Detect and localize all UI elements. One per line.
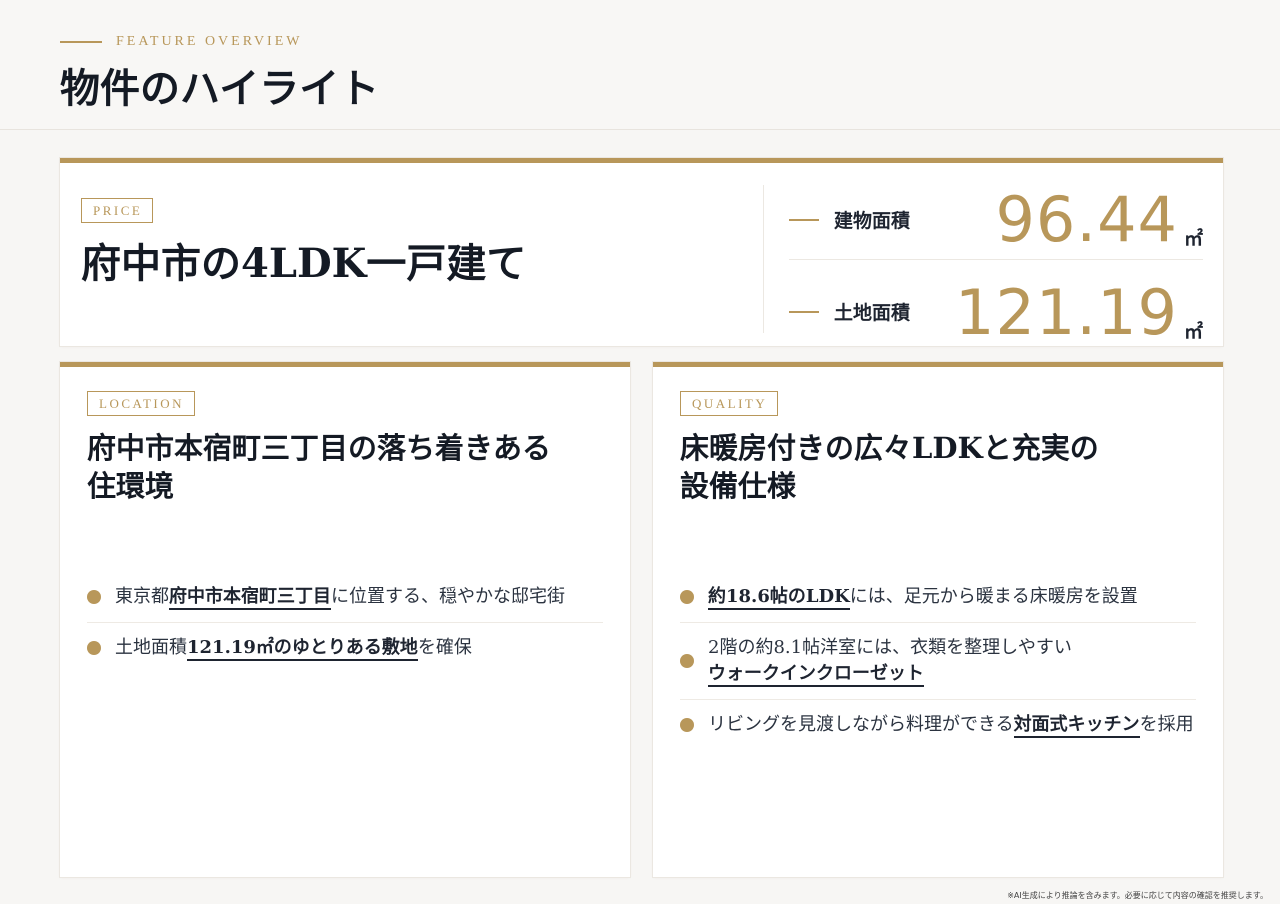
page-title: 物件のハイライト [60, 65, 380, 112]
price-summary: PRICE 府中市の4LDK一戸建て [81, 198, 526, 289]
bullet-dot-icon [680, 654, 694, 668]
bullet-highlight: 府中市本宿町三丁目 [169, 586, 331, 610]
price-tag: PRICE [81, 198, 154, 223]
location-title: 府中市本宿町三丁目の落ち着きある 住環境 [87, 431, 552, 503]
spec-row-land-area: 土地面積 121.19 ㎡ [789, 260, 1203, 352]
list-item: リビングを見渡しながら料理ができる対面式キッチンを採用 [680, 700, 1196, 750]
spec-row-building-area: 建物面積 96.44 ㎡ [789, 168, 1203, 260]
spec-label-text: 土地面積 [834, 302, 911, 324]
disclaimer-footnote: ※AI生成により推論を含みます。必要に応じて内容の確認を推奨します。 [1007, 891, 1268, 900]
spec-rule [789, 310, 819, 313]
list-item: 2階の約8.1帖洋室には、衣類を整理しやすい ウォークインクローゼット [680, 623, 1196, 700]
bullet-text: には、足元から暖まる床暖房を設置 [849, 586, 1138, 607]
spec-label: 土地面積 [789, 298, 910, 325]
spec-label: 建物面積 [789, 206, 910, 233]
spec-value-group: 96.44 ㎡ [995, 189, 1203, 251]
bullet-text: に位置する、穏やかな邸宅街 [331, 586, 565, 607]
list-item: 土地面積121.19㎡のゆとりある敷地を確保 [87, 623, 603, 673]
section-eyebrow: FEATURE OVERVIEW [60, 34, 302, 50]
property-title: 府中市の4LDK一戸建て [81, 240, 527, 287]
area-unit: ㎡ [1183, 228, 1203, 250]
location-tag: LOCATION [87, 391, 195, 416]
vertical-divider [763, 185, 764, 333]
quality-bullet-list: 約18.6帖のLDKには、足元から暖まる床暖房を設置 2階の約8.1帖洋室には、… [680, 572, 1196, 750]
spec-label-text: 建物面積 [834, 210, 911, 232]
area-unit: ㎡ [1183, 321, 1203, 343]
bullet-highlight: 対面式キッチン [1013, 714, 1140, 738]
bullet-text: を確保 [417, 637, 472, 658]
eyebrow-rule [60, 41, 102, 43]
spec-value-group: 121.19 ㎡ [955, 282, 1203, 344]
location-bullet-list: 東京都府中市本宿町三丁目に位置する、穏やかな邸宅街 土地面積121.19㎡のゆと… [87, 572, 603, 673]
eyebrow-text: FEATURE OVERVIEW [116, 34, 303, 49]
price-card: PRICE 府中市の4LDK一戸建て 建物面積 96.44 ㎡ 土地面積 121… [60, 158, 1223, 346]
bullet-text: 東京都 [115, 586, 169, 607]
quality-title: 床暖房付きの広々LDKと充実の 設備仕様 [680, 431, 1099, 503]
bullet-dot-icon [87, 590, 101, 604]
bullet-text: リビングを見渡しながら料理ができる [708, 714, 1014, 735]
bullet-dot-icon [680, 718, 694, 732]
quality-card: QUALITY 床暖房付きの広々LDKと充実の 設備仕様 約18.6帖のLDKに… [653, 362, 1223, 877]
building-area-value: 96.44 [995, 183, 1178, 256]
bullet-text: 土地面積 [115, 637, 187, 658]
list-item: 東京都府中市本宿町三丁目に位置する、穏やかな邸宅街 [87, 572, 603, 623]
location-card: LOCATION 府中市本宿町三丁目の落ち着きある 住環境 東京都府中市本宿町三… [60, 362, 630, 877]
spec-rule [789, 218, 819, 221]
bullet-highlight: ウォークインクローゼット [708, 663, 924, 687]
bullet-dot-icon [87, 641, 101, 655]
bullet-text: を採用 [1139, 714, 1194, 735]
page-header: FEATURE OVERVIEW 物件のハイライト [0, 0, 1280, 130]
land-area-value: 121.19 [955, 276, 1178, 349]
list-item: 約18.6帖のLDKには、足元から暖まる床暖房を設置 [680, 572, 1196, 623]
feature-header: QUALITY 床暖房付きの広々LDKと充実の 設備仕様 [680, 391, 1196, 505]
bullet-text: 2階の約8.1帖洋室には、衣類を整理しやすい [708, 637, 1072, 658]
bullet-highlight: 121.19㎡のゆとりある敷地 [187, 637, 418, 661]
bullet-dot-icon [680, 590, 694, 604]
quality-tag: QUALITY [680, 391, 779, 416]
bullet-highlight: 約18.6帖のLDK [708, 586, 850, 610]
feature-header: LOCATION 府中市本宿町三丁目の落ち着きある 住環境 [87, 391, 603, 505]
